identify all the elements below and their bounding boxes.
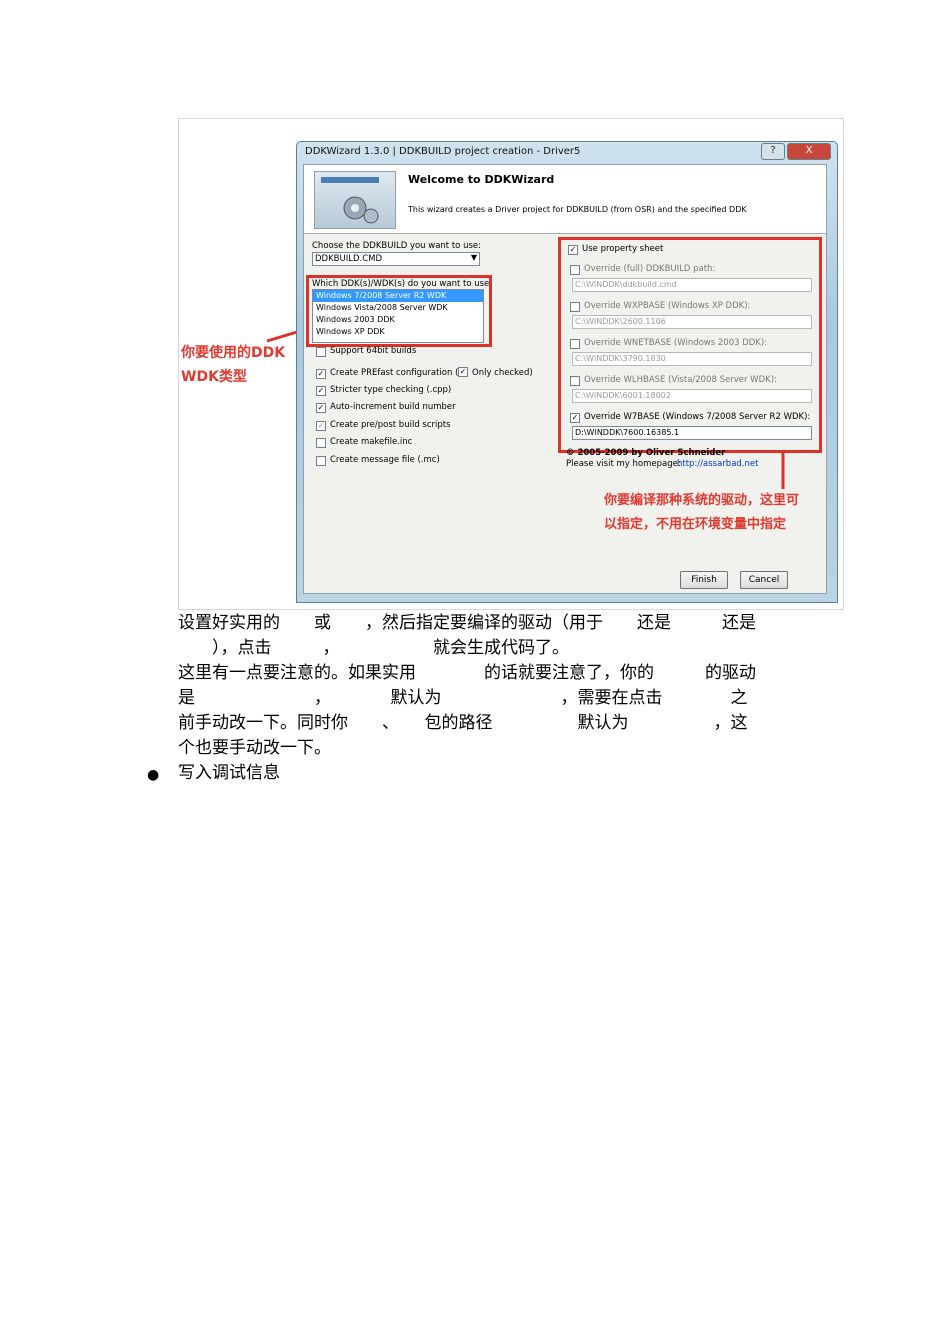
checkbox-prepost[interactable]: ✓: [316, 421, 326, 431]
wizard-client-area: Welcome to DDKWizard This wizard creates…: [303, 164, 827, 594]
cancel-button[interactable]: Cancel: [740, 571, 788, 589]
checkbox-prefast[interactable]: ✓: [316, 369, 326, 379]
bullet-icon: ●: [147, 767, 160, 783]
annotation-connector: [781, 451, 785, 489]
annotation-left-2: WDK类型: [181, 369, 247, 385]
option-label: Support 64bit builds: [330, 346, 417, 356]
checkbox-stricter[interactable]: ✓: [316, 386, 326, 396]
bullet-text: 写入调试信息: [178, 763, 280, 783]
finish-button[interactable]: Finish: [680, 571, 728, 589]
wizard-banner: Welcome to DDKWizard This wizard creates…: [304, 165, 826, 234]
option-label: Auto-increment build number: [330, 402, 456, 412]
checkbox-autoincrement[interactable]: ✓: [316, 403, 326, 413]
banner-title: Welcome to DDKWizard: [408, 173, 555, 186]
ddkbuild-combo-value: DDKBUILD.CMD: [315, 254, 383, 264]
option-label: Stricter type checking (.cpp): [330, 385, 452, 395]
close-button[interactable]: X: [787, 143, 831, 160]
window-title: DDKWizard 1.3.0 | DDKBUILD project creat…: [305, 146, 581, 157]
option-label: Create PREfast configuration (: [330, 368, 459, 378]
checkbox-only-checked[interactable]: ✓: [458, 367, 468, 377]
only-checked-label: Only checked): [472, 368, 533, 378]
homepage-label: Please visit my homepage:: [566, 459, 681, 469]
paragraph-line: 是 ， 默认为 ，需要在点击 之: [178, 688, 748, 708]
paragraph-line: ），点击 ， 就会生成代码了。: [178, 638, 569, 658]
annotation-bottom-2: 以指定，不用在环境变量中指定: [604, 517, 787, 532]
red-highlight-ddk: [306, 275, 492, 347]
option-label: Create makefile.inc: [330, 437, 413, 447]
checkbox-makefile[interactable]: [316, 438, 326, 448]
screenshot-figure: 你要使用的DDK WDK类型 DDKWizard 1.3.0 | DDKBUIL…: [178, 118, 844, 610]
copyright-text: © 2005-2009 by Oliver Schneider: [566, 448, 726, 458]
red-highlight-property-sheet: [558, 237, 822, 453]
paragraph-line: 前手动改一下。同时你 、 包的路径 默认为 ，这: [178, 713, 748, 733]
gears-icon: [314, 171, 396, 229]
chevron-down-icon[interactable]: ▼: [471, 253, 477, 262]
help-button[interactable]: ?: [761, 143, 785, 160]
annotation-bottom-1: 你要编译那种系统的驱动，这里可: [604, 493, 800, 508]
option-label: Create message file (.mc): [330, 455, 440, 465]
checkbox-message-file[interactable]: [316, 456, 326, 466]
choose-ddkbuild-label: Choose the DDKBUILD you want to use:: [312, 241, 481, 251]
paragraph-line: 个也要手动改一下。: [178, 738, 331, 758]
ddkwizard-window: DDKWizard 1.3.0 | DDKBUILD project creat…: [296, 141, 838, 603]
ddkbuild-combo[interactable]: DDKBUILD.CMD ▼: [312, 252, 480, 266]
option-label: Create pre/post build scripts: [330, 420, 451, 430]
paragraph-line: 这里有一点要注意的。如果实用 的话就要注意了，你的 的驱动: [178, 663, 756, 683]
checkbox-64bit[interactable]: [316, 347, 326, 357]
banner-subtitle: This wizard creates a Driver project for…: [408, 205, 747, 214]
homepage-link[interactable]: http://assarbad.net: [677, 459, 758, 469]
paragraph-line: 设置好实用的 或 ，然后指定要编译的驱动（用于 还是 还是: [178, 613, 756, 633]
